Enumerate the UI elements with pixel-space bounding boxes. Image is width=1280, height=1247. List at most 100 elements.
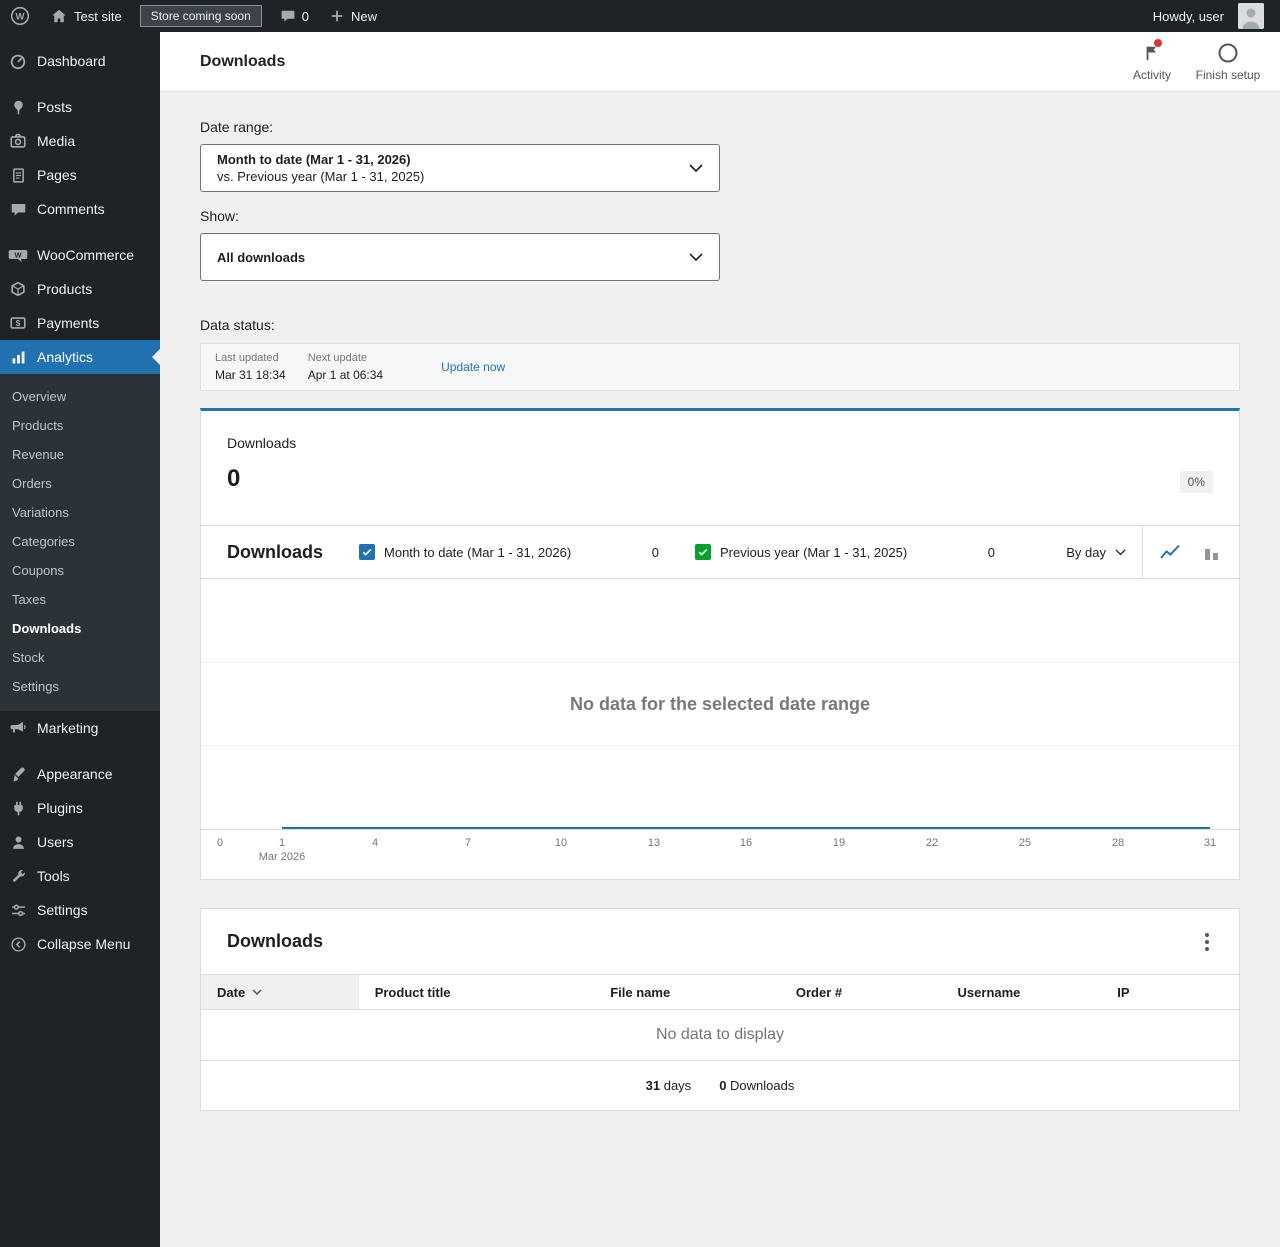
site-name-label: Test site: [74, 8, 122, 24]
camera-icon: [8, 131, 28, 151]
svg-text:$: $: [16, 319, 21, 328]
y-axis-tick: 0: [216, 837, 224, 849]
submenu-item-revenue[interactable]: Revenue: [0, 440, 160, 469]
pin-icon: [8, 97, 28, 117]
main-content: Downloads Activity Finish setup Date ran…: [160, 32, 1280, 1247]
sidebar-item-collapse-menu[interactable]: Collapse Menu: [0, 927, 160, 961]
bar-chart-type-button[interactable]: [1191, 531, 1233, 573]
submenu-item-taxes[interactable]: Taxes: [0, 585, 160, 614]
sidebar-item-analytics[interactable]: Analytics: [0, 340, 160, 374]
chart-plot-area: No data for the selected date range: [201, 579, 1239, 829]
chart-x-axis: 0 1 4 7 10 13 16 19 22 25 28 31 Mar 2026: [201, 829, 1239, 879]
home-icon: [50, 7, 68, 25]
sidebar-item-pages[interactable]: Pages: [0, 158, 160, 192]
sidebar-label: Analytics: [37, 349, 94, 365]
sidebar-item-users[interactable]: Users: [0, 825, 160, 859]
plug-icon: [8, 798, 28, 818]
comments-shortcut[interactable]: 0: [270, 0, 319, 32]
legend-value: 0: [651, 544, 660, 560]
x-axis-tick: 1: [278, 837, 286, 849]
column-header-order-number[interactable]: Order #: [780, 975, 942, 1009]
column-header-username[interactable]: Username: [942, 975, 1102, 1009]
data-status-label: Data status:: [200, 317, 275, 333]
dashboard-icon: [8, 51, 28, 71]
sidebar-item-media[interactable]: Media: [0, 124, 160, 158]
comments-count: 0: [301, 8, 309, 24]
sidebar-item-products[interactable]: Products: [0, 272, 160, 306]
comment-bubble-icon: [280, 8, 296, 24]
checkbox-checked-icon: [359, 544, 376, 560]
legend-item-previous-period[interactable]: Previous year (Mar 1 - 31, 2025) 0: [695, 544, 995, 560]
x-axis-tick: 31: [1203, 837, 1217, 849]
sidebar-item-settings[interactable]: Settings: [0, 893, 160, 927]
chevron-down-icon: [1115, 548, 1126, 556]
column-header-file-name[interactable]: File name: [594, 975, 780, 1009]
sidebar-item-tools[interactable]: Tools: [0, 859, 160, 893]
admin-bar: W Test site Store coming soon 0 New Howd…: [0, 0, 1280, 32]
column-header-product-title[interactable]: Product title: [359, 975, 595, 1009]
finish-setup-label: Finish setup: [1195, 67, 1261, 82]
chart-title: Downloads: [227, 541, 324, 562]
x-axis-tick: 16: [739, 837, 753, 849]
x-axis-tick: 7: [464, 837, 472, 849]
interval-select[interactable]: By day: [1066, 545, 1126, 560]
finish-setup-button[interactable]: Finish setup: [1190, 38, 1266, 86]
new-label: New: [350, 8, 377, 24]
line-chart-type-button[interactable]: [1149, 531, 1191, 573]
megaphone-icon: [8, 718, 28, 738]
column-header-ip[interactable]: IP: [1101, 975, 1239, 1009]
activity-button[interactable]: Activity: [1114, 38, 1190, 86]
submenu-item-stock[interactable]: Stock: [0, 643, 160, 672]
new-content-button[interactable]: New: [319, 0, 387, 32]
summary-tab-downloads[interactable]: Downloads 0 0%: [201, 411, 1239, 525]
data-status-bar: Last updated Mar 31 18:34 Next update Ap…: [200, 343, 1240, 391]
wordpress-menu-button[interactable]: W: [0, 0, 40, 32]
submenu-item-coupons[interactable]: Coupons: [0, 556, 160, 585]
column-header-date[interactable]: Date: [201, 975, 359, 1009]
checkbox-checked-icon: [695, 544, 712, 560]
sidebar-label: Collapse Menu: [37, 936, 131, 952]
sidebar-item-woocommerce[interactable]: W WooCommerce: [0, 238, 160, 272]
chart-empty-message: No data for the selected date range: [569, 693, 871, 714]
table-title: Downloads: [227, 931, 324, 951]
sidebar-label: Posts: [37, 99, 73, 115]
legend-item-current-period[interactable]: Month to date (Mar 1 - 31, 2026) 0: [359, 544, 659, 560]
summary-title: Downloads: [227, 435, 297, 451]
sidebar-item-comments[interactable]: Comments: [0, 192, 160, 226]
update-now-link[interactable]: Update now: [441, 360, 505, 374]
kebab-menu-button[interactable]: [1189, 924, 1225, 960]
chevron-down-icon: [689, 163, 703, 173]
sidebar-item-payments[interactable]: $ Payments: [0, 306, 160, 340]
account-menu[interactable]: Howdy, user: [1143, 0, 1274, 32]
summary-delta-badge: 0%: [1179, 471, 1213, 493]
last-updated-value: Mar 31 18:34: [215, 368, 286, 382]
date-range-label: Date range:: [200, 119, 274, 135]
page-title: Downloads: [200, 52, 286, 70]
comment-icon: [8, 199, 28, 219]
legend-label: Previous year (Mar 1 - 31, 2025): [720, 544, 908, 560]
submenu-item-categories[interactable]: Categories: [0, 527, 160, 556]
submenu-item-variations[interactable]: Variations: [0, 498, 160, 527]
submenu-item-products[interactable]: Products: [0, 411, 160, 440]
bar-chart-icon: [8, 347, 28, 367]
date-range-dropdown[interactable]: Month to date (Mar 1 - 31, 2026) vs. Pre…: [200, 144, 720, 192]
svg-text:W: W: [16, 12, 25, 23]
sidebar-item-marketing[interactable]: Marketing: [0, 711, 160, 745]
page-icon: [8, 165, 28, 185]
submenu-item-orders[interactable]: Orders: [0, 469, 160, 498]
submenu-item-overview[interactable]: Overview: [0, 382, 160, 411]
analytics-submenu: Overview Products Revenue Orders Variati…: [0, 374, 160, 711]
summary-value: 0: [227, 465, 241, 492]
sidebar-label: Dashboard: [37, 53, 106, 69]
next-update-label: Next update: [307, 352, 368, 364]
submenu-item-settings[interactable]: Settings: [0, 672, 160, 701]
site-name-link[interactable]: Test site: [40, 0, 132, 32]
sidebar-label: Settings: [37, 902, 88, 918]
show-dropdown[interactable]: All downloads: [200, 233, 720, 281]
sidebar-item-posts[interactable]: Posts: [0, 90, 160, 124]
sidebar-item-plugins[interactable]: Plugins: [0, 791, 160, 825]
sidebar-item-appearance[interactable]: Appearance: [0, 757, 160, 791]
sidebar-item-dashboard[interactable]: Dashboard: [0, 44, 160, 78]
submenu-item-downloads[interactable]: Downloads: [0, 614, 160, 643]
sort-descending-icon: [252, 989, 262, 995]
